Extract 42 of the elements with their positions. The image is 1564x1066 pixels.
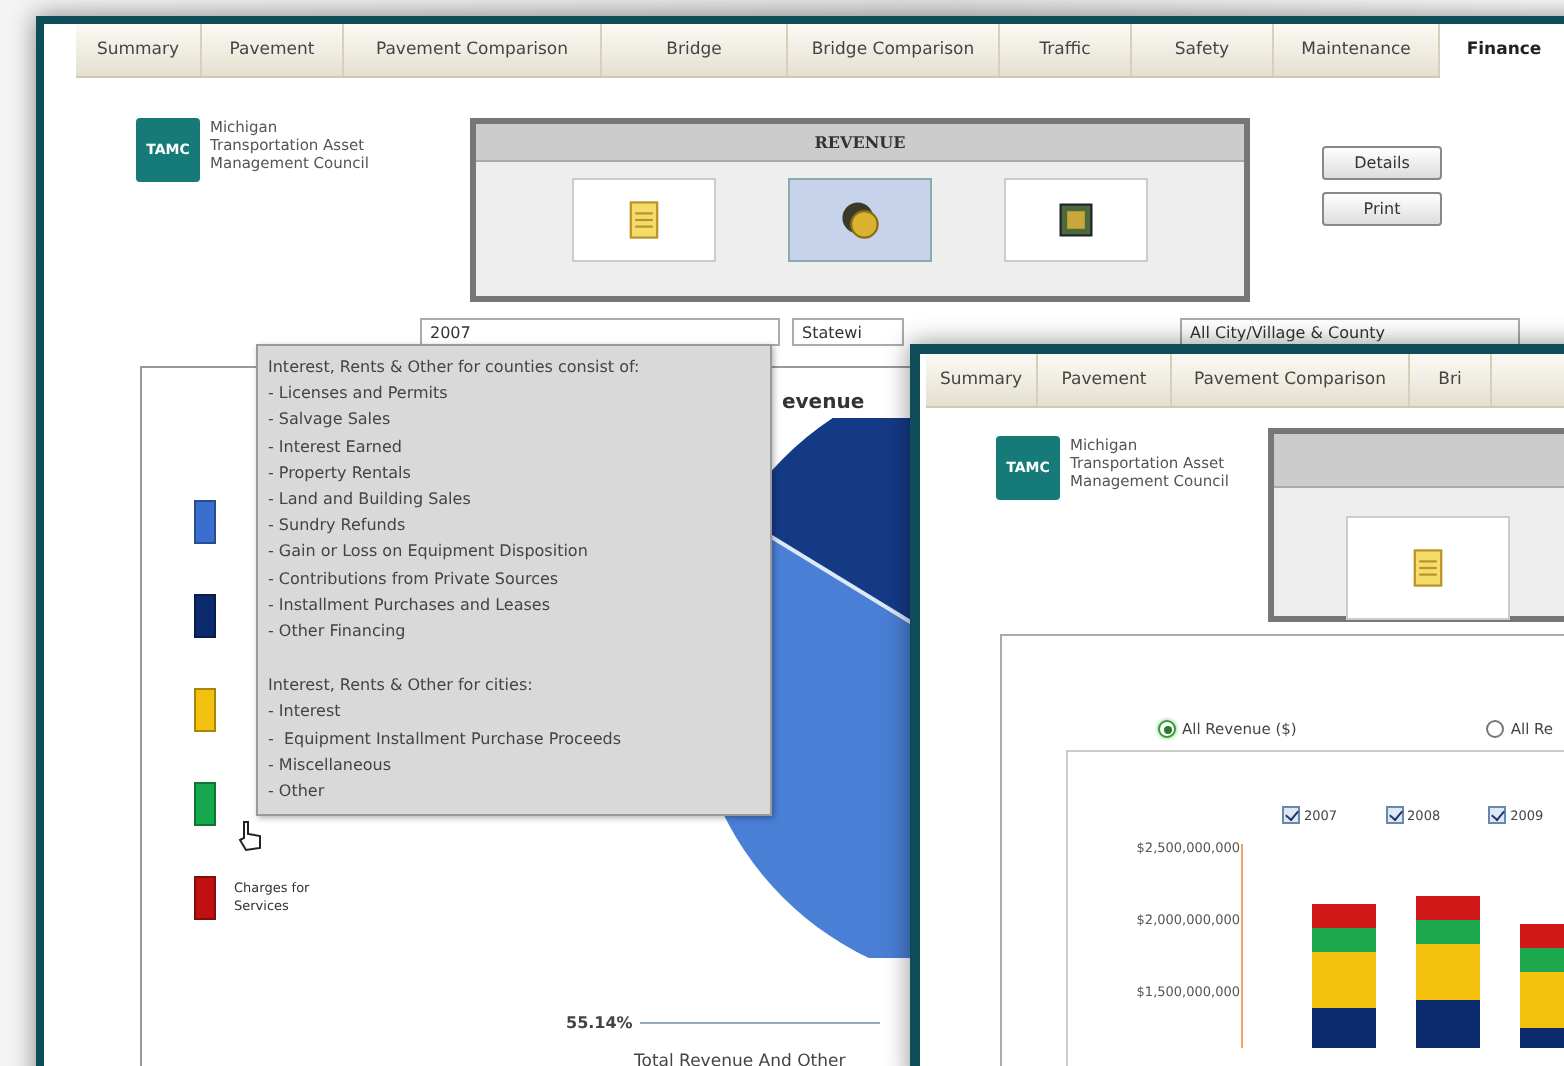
tab[interactable]: Summary — [926, 354, 1038, 406]
hand-cursor-icon — [236, 820, 264, 852]
tab[interactable]: Bridge — [602, 24, 788, 76]
tooltip-item: - Other Financing — [268, 620, 408, 645]
chip-icon — [1054, 198, 1098, 242]
filter-dropdown[interactable]: 2007 — [420, 318, 780, 346]
panel-title: REVENUE — [476, 124, 1244, 162]
tooltip-item: - Miscellaneous — [268, 753, 394, 778]
action-button[interactable]: Print — [1322, 192, 1442, 226]
tab[interactable]: Pavement Comparison — [344, 24, 602, 76]
tooltip-item: - Salvage Sales — [268, 408, 393, 433]
filter-dropdown[interactable]: Statewi — [792, 318, 904, 346]
tooltip-item: - Installment Purchases and Leases — [268, 593, 553, 618]
tooltip-heading: Interest, Rents & Other for counties consist of: — [268, 356, 642, 380]
slice-percentage: 55.14% — [566, 1013, 633, 1031]
tooltip-item: - Sundry Refunds — [268, 514, 408, 539]
tab[interactable]: Safety — [1132, 24, 1274, 76]
action-button[interactable]: Details — [1322, 146, 1442, 180]
tab[interactable]: Pavement — [1038, 354, 1172, 406]
chart-caption: Total Revenue And Other — [634, 1052, 848, 1066]
tooltip-item: - Interest — [268, 700, 343, 725]
tab[interactable]: Pavement Comparison — [1172, 354, 1410, 406]
revenue-option[interactable] — [1004, 178, 1148, 262]
tooltip-heading: Interest, Rents & Other for cities: — [268, 674, 535, 699]
tab[interactable]: Traffic — [1000, 24, 1132, 76]
tooltip-item: - Land and Building Sales — [268, 488, 473, 513]
tab[interactable]: Finance — [1440, 24, 1564, 78]
chart-title: evenue — [782, 392, 867, 414]
tab[interactable]: Summary — [76, 24, 202, 76]
tab[interactable]: Bridge Comparison — [788, 24, 1000, 76]
tab[interactable]: Pavement — [202, 24, 344, 76]
tooltip-item: - Other — [268, 780, 327, 805]
tooltip-item: - Contributions from Private Sources — [268, 567, 561, 592]
filter-dropdown[interactable]: All City/Village & County — [1180, 318, 1520, 346]
tooltip-item: - Licenses and Permits — [268, 382, 450, 407]
tooltip-item: - Interest Earned — [268, 435, 404, 460]
tooltip-item: - Equipment Installment Purchase Proceeds — [268, 727, 624, 752]
tooltip-item: - Gain or Loss on Equipment Disposition — [268, 540, 590, 565]
tooltip-item: - Property Rentals — [268, 461, 413, 486]
tab[interactable]: Bri — [1410, 354, 1492, 406]
coins-icon — [838, 198, 882, 242]
revenue-option[interactable] — [788, 178, 932, 262]
